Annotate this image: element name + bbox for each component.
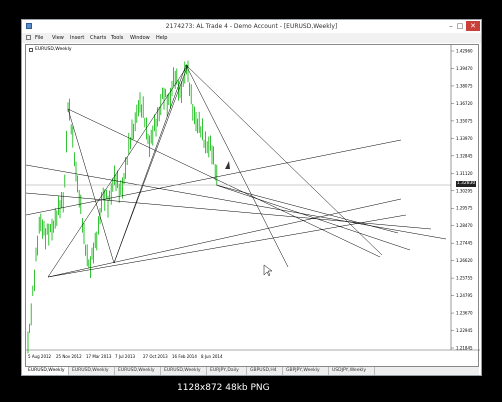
price-tick-label: 1.35075 (456, 118, 473, 123)
date-tick-label: 17 Mar 2013 (86, 354, 112, 359)
price-tick-label: 1.29575 (456, 206, 473, 211)
date-tick-label: 25 Nov 2012 (56, 354, 82, 359)
menu-bar: File View Insert Charts Tools Window Hel… (22, 33, 481, 43)
trendline[interactable] (185, 64, 289, 268)
window-titlebar[interactable]: 2174273: AL Trade 4 - Demo Account - [EU… (22, 20, 481, 33)
menu-insert[interactable]: Insert (70, 35, 84, 41)
menu-charts[interactable]: Charts (90, 35, 106, 41)
image-viewer-frame: 2174273: AL Trade 4 - Demo Account - [EU… (0, 0, 502, 402)
price-tick-label: 1.39470 (456, 66, 473, 71)
close-button[interactable]: ✕ (466, 21, 480, 31)
chart-symbol-icon (29, 48, 33, 52)
tab-eurusd-weekly-3[interactable]: EURUSD,Weekly (115, 367, 161, 375)
trendline[interactable] (47, 214, 407, 278)
date-tick-label: 5 Aug 2012 (28, 354, 52, 359)
arrow-marker-icon (225, 161, 230, 169)
trendline[interactable] (215, 184, 399, 234)
date-axis: 5 Aug 2012 25 Nov 2012 17 Mar 2013 7 Jul 20… (28, 354, 223, 359)
price-tick-label: 1.25755 (456, 276, 473, 281)
window-title: 2174273: AL Trade 4 - Demo Account - [EU… (165, 23, 338, 30)
menu-tools[interactable]: Tools (111, 35, 123, 41)
trendline[interactable] (215, 184, 411, 251)
price-tick-label: 1.23670 (456, 311, 473, 316)
tab-eurusd-weekly-4[interactable]: EURUSD,Weekly (161, 367, 207, 375)
tab-eurusd-weekly-2[interactable]: EURUSD,Weekly (69, 367, 115, 375)
price-tick-label: 1.27445 (456, 241, 473, 246)
tab-eurusd-weekly-1[interactable]: EURUSD,Weekly (25, 367, 69, 375)
price-tick-label: 1.36720 (456, 101, 473, 106)
current-price-badge: 1.32830 (456, 181, 476, 187)
tab-usdjpy-weekly[interactable]: USDJPY,Weekly (329, 367, 375, 375)
trendline[interactable] (26, 192, 432, 230)
candles (27, 60, 218, 354)
price-chart[interactable]: 1.42960 1.39470 1.38075 1.36720 1.35075 1.339… (26, 45, 480, 368)
menu-view[interactable]: View (52, 35, 64, 41)
mouse-cursor-icon (263, 264, 273, 277)
price-tick-label: 1.38075 (456, 83, 473, 88)
chart-window-icon (26, 35, 31, 40)
date-tick-label: 8 Jun 2014 (201, 354, 223, 359)
chart-symbol-label: EURUSD,Weekly (35, 47, 72, 52)
trendline[interactable] (113, 64, 189, 264)
date-tick-label: 16 Feb 2014 (172, 354, 197, 359)
menu-help[interactable]: Help (156, 35, 167, 41)
trendline[interactable] (47, 64, 189, 278)
trendline[interactable] (26, 164, 447, 240)
price-axis: 1.42960 1.39470 1.38075 1.36720 1.35075 1.339… (451, 49, 473, 351)
date-tick-label: 7 Jul 2013 (115, 354, 136, 359)
price-tick-label: 1.33970 (456, 136, 473, 141)
image-info-status: 1128x872 48kb PNG (177, 383, 270, 393)
price-tick-label: 1.42960 (456, 49, 473, 54)
chart-area[interactable]: 1.42960 1.39470 1.38075 1.36720 1.35075 1.339… (25, 44, 480, 368)
tab-gbpusd-h4[interactable]: GBPUSD,H4 (247, 367, 283, 375)
tab-gbpjpy-weekly[interactable]: GBPJPY,Weekly (283, 367, 329, 375)
price-tick-label: 1.24795 (456, 293, 473, 298)
menu-file[interactable]: File (35, 35, 43, 41)
price-tick-label: 1.22945 (456, 328, 473, 333)
tab-eurjpy-daily[interactable]: EURJPY,Daily (207, 367, 247, 375)
trendline[interactable] (67, 108, 115, 264)
price-tick-label: 1.30295 (456, 188, 473, 193)
date-tick-label: 27 Oct 2013 (143, 354, 168, 359)
menu-window[interactable]: Window (130, 35, 150, 41)
price-tick-label: 1.26620 (456, 258, 473, 263)
price-tick-label: 1.32845 (456, 153, 473, 158)
trendlines (26, 64, 447, 278)
price-tick-label: 1.28470 (456, 223, 473, 228)
price-tick-label: 1.31120 (456, 171, 473, 176)
minimize-button[interactable]: – (447, 21, 455, 31)
chart-tabs: EURUSD,Weekly EURUSD,Weekly EURUSD,Weekl… (25, 367, 479, 375)
trading-terminal-window: 2174273: AL Trade 4 - Demo Account - [EU… (21, 19, 482, 376)
trendline[interactable] (113, 64, 187, 264)
maximize-button[interactable]: □ (456, 21, 464, 31)
trendline[interactable] (185, 64, 383, 256)
